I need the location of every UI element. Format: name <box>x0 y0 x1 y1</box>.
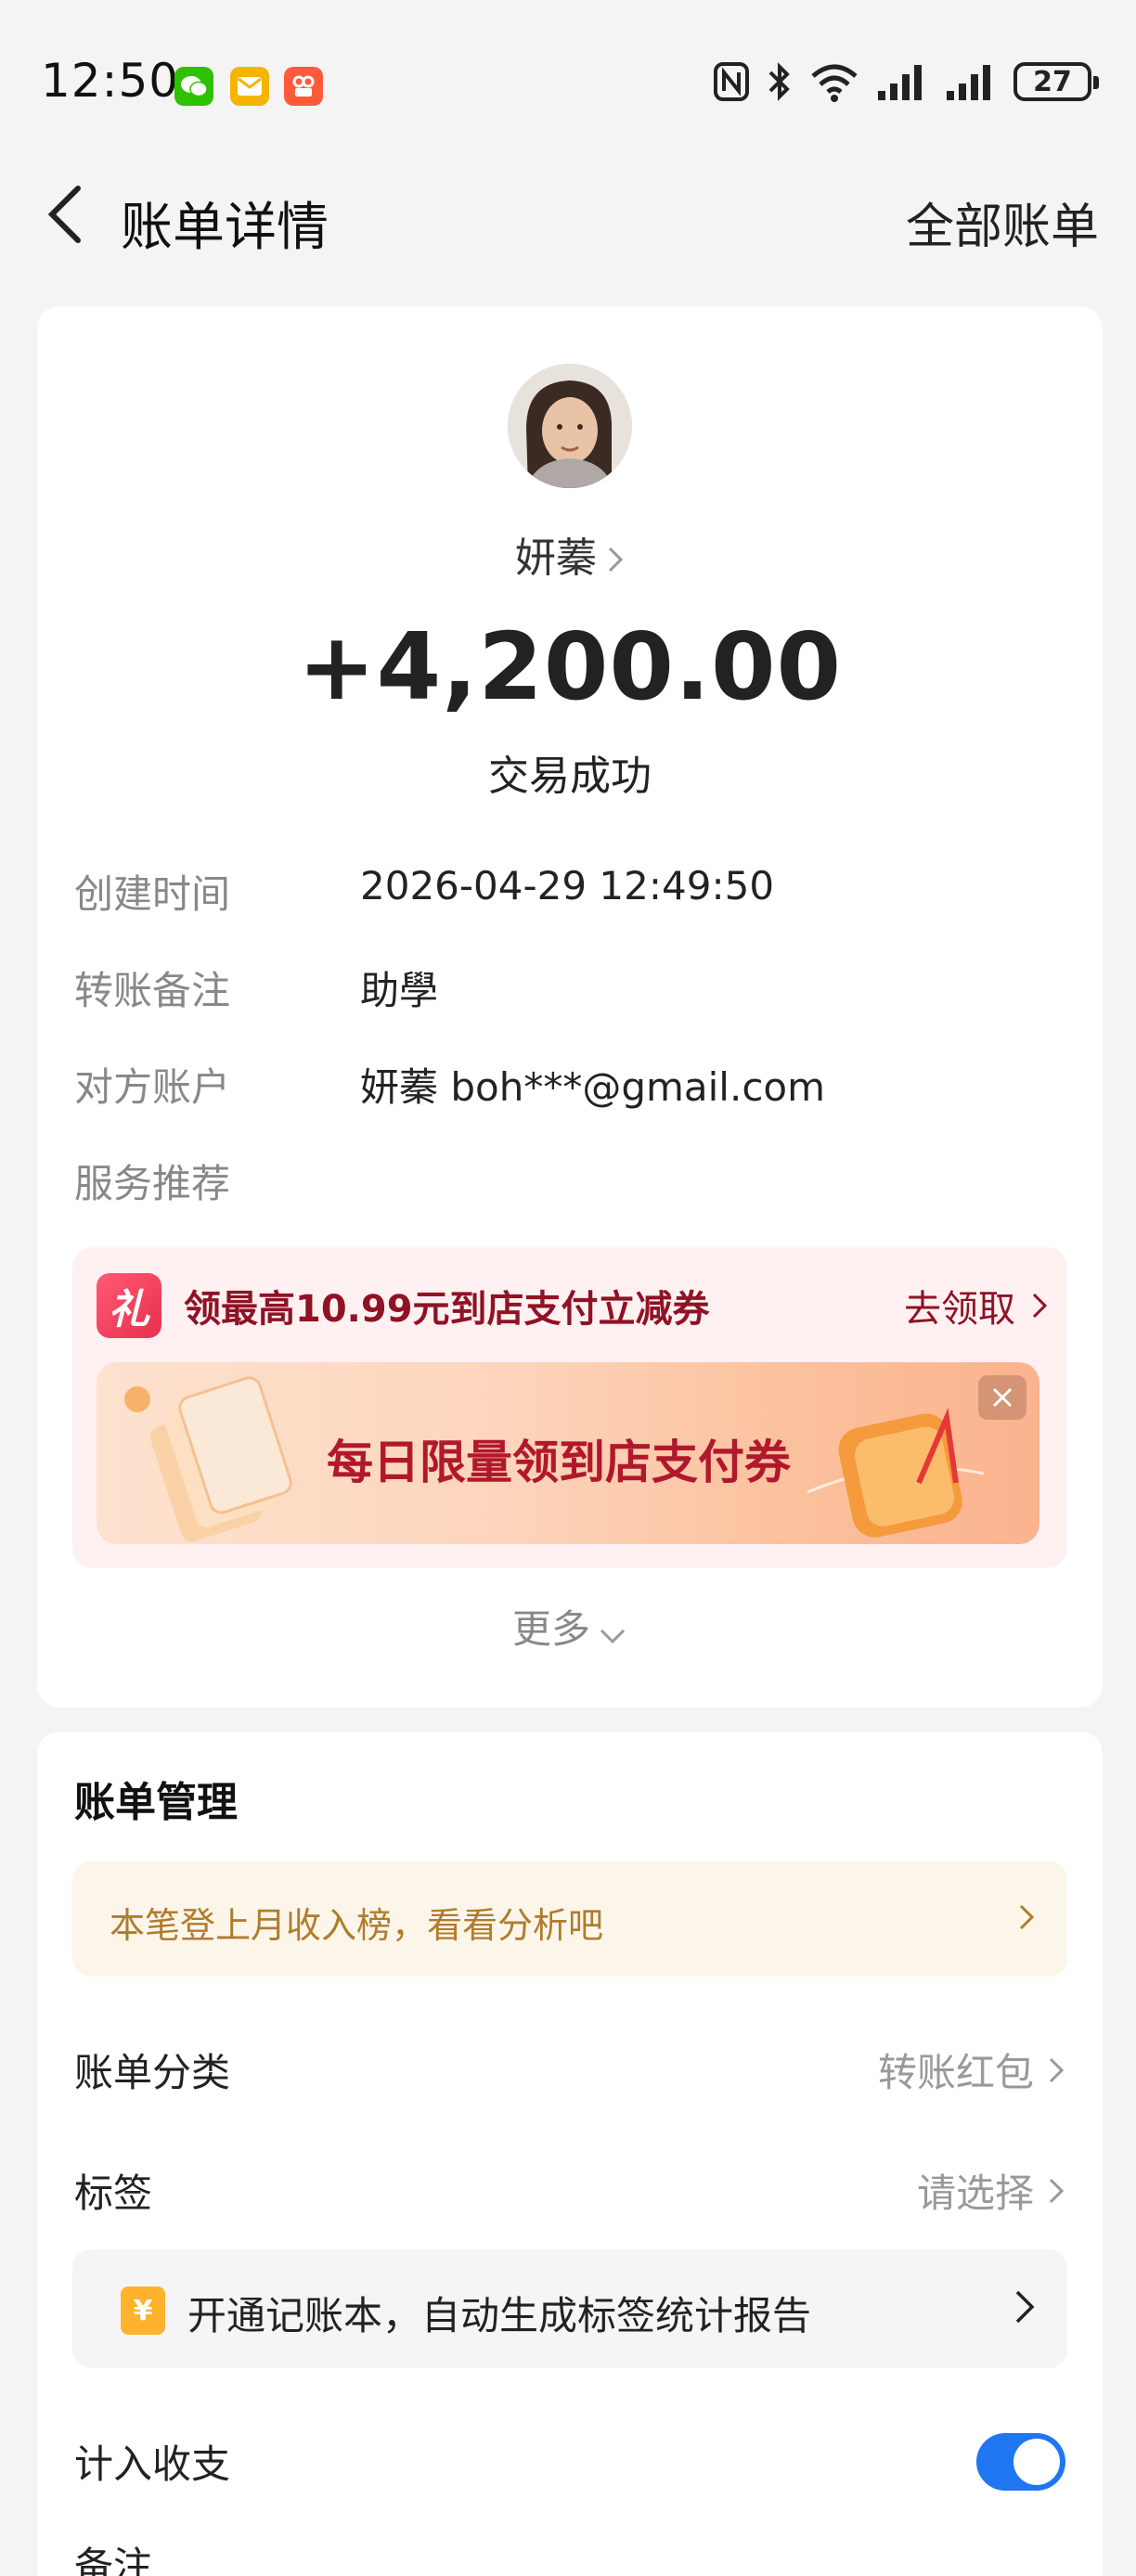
chevron-right-icon <box>606 537 625 585</box>
chevron-right-icon <box>1049 2178 1065 2203</box>
wallet-illustration-icon <box>807 1407 984 1538</box>
banner-close-button[interactable] <box>978 1375 1026 1420</box>
tag-row[interactable]: 标签 请选择 <box>74 2162 1065 2227</box>
signal-icon-2 <box>947 65 990 100</box>
detail-value: 2026-04-29 12:49:50 <box>360 863 775 908</box>
more-label: 更多 <box>511 1606 590 1652</box>
remark-row[interactable]: 备注 <box>74 2535 1065 2576</box>
page-title: 账单详情 <box>121 198 329 258</box>
chevron-left-icon <box>47 186 81 243</box>
notebook-promo-text: 开通记账本，自动生成标签统计报告 <box>187 2293 812 2338</box>
income-insight-banner[interactable]: 本笔登上月收入榜，看看分析吧 <box>72 1861 1067 1977</box>
bluetooth-icon <box>768 62 790 101</box>
promo-card[interactable]: 礼 领最高10.99元到店支付立减券 去领取 每日限量领到店支付券 <box>72 1247 1067 1568</box>
detail-label: 转账备注 <box>74 968 231 1013</box>
wifi-icon <box>811 64 858 102</box>
chevron-down-icon <box>598 1609 627 1655</box>
detail-label: 服务推荐 <box>74 1161 231 1206</box>
detail-row-remark: 转账备注 助學 <box>74 960 1065 1015</box>
chevron-right-icon <box>1019 1904 1035 1930</box>
bill-category-value: 转账红包 <box>877 2050 1034 2095</box>
tag-label: 标签 <box>74 2170 153 2216</box>
battery-icon: 27 <box>1013 62 1099 101</box>
toggle-knob <box>1013 2439 1060 2485</box>
bill-category-label: 账单分类 <box>74 2050 231 2095</box>
remark-label: 备注 <box>74 2544 153 2576</box>
section-title: 账单管理 <box>74 1779 238 1826</box>
nfc-icon <box>714 62 749 101</box>
counterparty-name-row[interactable]: 妍蓁 <box>37 524 1103 585</box>
insight-text: 本笔登上月收入榜，看看分析吧 <box>110 1905 604 1946</box>
battery-level: 27 <box>1033 65 1072 98</box>
status-bar: 12:50 27 <box>0 0 1136 167</box>
bill-category-value-wrap: 转账红包 <box>878 2041 1065 2098</box>
transaction-status: 交易成功 <box>488 753 652 800</box>
nav-header: 账单详情 全部账单 <box>0 167 1136 260</box>
detail-row-account: 对方账户 妍蓁 boh***@gmail.com <box>74 1056 1065 1112</box>
signal-icon-1 <box>878 65 922 100</box>
promo-claim-label: 去领取 <box>904 1288 1015 1331</box>
gift-icon: 礼 <box>97 1273 161 1338</box>
detail-value: 妍蓁 boh***@gmail.com <box>360 1064 826 1110</box>
detail-row-service: 服务推荐 <box>74 1153 1065 1208</box>
detail-label: 创建时间 <box>74 871 231 917</box>
transaction-card: 妍蓁 +4,200.00 交易成功 创建时间 2026-04-29 12:49:… <box>37 306 1103 1707</box>
wechat-icon <box>174 67 213 106</box>
close-icon <box>992 1387 1013 1408</box>
bill-category-row[interactable]: 账单分类 转账红包 <box>74 2041 1065 2106</box>
detail-label: 对方账户 <box>74 1064 231 1110</box>
detail-value: 助學 <box>360 968 439 1013</box>
promo-text: 领最高10.99元到店支付立减券 <box>184 1288 710 1331</box>
notebook-promo[interactable]: ¥ 开通记账本，自动生成标签统计报告 <box>72 2249 1067 2368</box>
counterparty-name: 妍蓁 <box>515 535 597 582</box>
promo-banner-text: 每日限量领到店支付券 <box>327 1436 791 1489</box>
detail-row-created-time: 创建时间 2026-04-29 12:49:50 <box>74 863 1065 919</box>
transaction-amount: +4,200.00 <box>297 612 843 721</box>
include-in-stats-label: 计入收支 <box>74 2441 231 2487</box>
avatar[interactable] <box>508 364 632 488</box>
chevron-right-icon <box>1049 2057 1065 2082</box>
notebook-icon: ¥ <box>121 2286 165 2335</box>
tag-value: 请选择 <box>916 2170 1034 2216</box>
mail-icon <box>230 67 269 106</box>
chevron-right-icon <box>1015 2290 1035 2324</box>
promo-banner[interactable]: 每日限量领到店支付券 <box>97 1362 1039 1544</box>
video-app-icon <box>284 67 323 106</box>
include-in-stats-row: 计入收支 <box>74 2433 1065 2498</box>
promo-claim-link[interactable]: 去领取 <box>904 1279 1049 1333</box>
all-bills-link[interactable]: 全部账单 <box>906 187 1099 257</box>
status-time: 12:50 <box>41 54 180 108</box>
chevron-right-icon <box>1032 1293 1048 1319</box>
status-indicators: 27 <box>713 61 1099 102</box>
coupon-illustration-icon <box>124 1376 292 1542</box>
bill-management-card: 账单管理 本笔登上月收入榜，看看分析吧 账单分类 转账红包 标签 请选择 ¥ 开… <box>37 1732 1103 2576</box>
tag-value-wrap: 请选择 <box>917 2162 1065 2219</box>
back-button[interactable] <box>37 182 93 247</box>
include-in-stats-toggle[interactable] <box>976 2433 1065 2491</box>
more-toggle[interactable]: 更多 <box>37 1598 1103 1655</box>
